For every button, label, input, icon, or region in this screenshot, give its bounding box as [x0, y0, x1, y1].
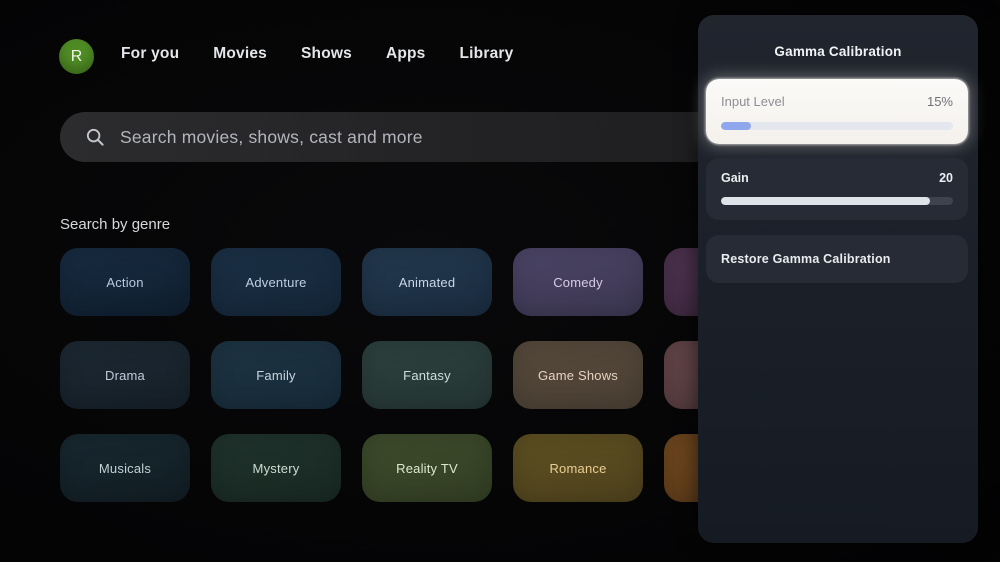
genre-tile-mystery[interactable]: Mystery — [211, 434, 341, 502]
restore-button-label: Restore Gamma Calibration — [721, 252, 891, 266]
input-level-fill — [721, 122, 752, 130]
gain-fill — [721, 197, 930, 205]
genre-tile-animated[interactable]: Animated — [362, 248, 492, 316]
input-level-slider[interactable]: Input Level 15% — [706, 79, 968, 144]
genre-tile-game-shows[interactable]: Game Shows — [513, 341, 643, 409]
genre-tile-drama[interactable]: Drama — [60, 341, 190, 409]
genre-tile-musicals[interactable]: Musicals — [60, 434, 190, 502]
tab-apps[interactable]: Apps — [386, 45, 426, 63]
avatar[interactable]: R — [59, 39, 94, 74]
genre-tile-adventure[interactable]: Adventure — [211, 248, 341, 316]
genre-tile-comedy[interactable]: Comedy — [513, 248, 643, 316]
gain-track[interactable] — [721, 197, 953, 205]
gain-value: 20 — [939, 171, 953, 185]
avatar-letter: R — [70, 47, 83, 65]
tab-library[interactable]: Library — [460, 45, 514, 63]
gain-label: Gain — [721, 171, 749, 185]
tv-home-screen: R For you Movies Shows Apps Library Sear… — [0, 0, 1000, 562]
genre-tile-fantasy[interactable]: Fantasy — [362, 341, 492, 409]
genre-grid: Action Adventure Animated Comedy Drama F… — [60, 248, 794, 502]
top-nav: For you Movies Shows Apps Library — [121, 45, 513, 63]
tab-shows[interactable]: Shows — [301, 45, 352, 63]
genre-tile-action[interactable]: Action — [60, 248, 190, 316]
input-level-label: Input Level — [721, 94, 785, 109]
gamma-calibration-panel: Gamma Calibration Input Level 15% Gain 2… — [698, 15, 978, 543]
search-icon — [84, 126, 106, 148]
genre-tile-reality-tv[interactable]: Reality TV — [362, 434, 492, 502]
tab-movies[interactable]: Movies — [213, 45, 267, 63]
genre-section-title: Search by genre — [60, 216, 171, 233]
search-placeholder: Search movies, shows, cast and more — [120, 126, 423, 147]
gain-slider[interactable]: Gain 20 — [706, 158, 968, 220]
input-level-value: 15% — [926, 94, 953, 109]
input-level-track[interactable] — [721, 122, 953, 130]
tab-for-you[interactable]: For you — [121, 45, 179, 63]
restore-gamma-calibration-button[interactable]: Restore Gamma Calibration — [706, 235, 968, 283]
genre-tile-family[interactable]: Family — [211, 341, 341, 409]
panel-title: Gamma Calibration — [774, 44, 902, 59]
genre-tile-romance[interactable]: Romance — [513, 434, 643, 502]
